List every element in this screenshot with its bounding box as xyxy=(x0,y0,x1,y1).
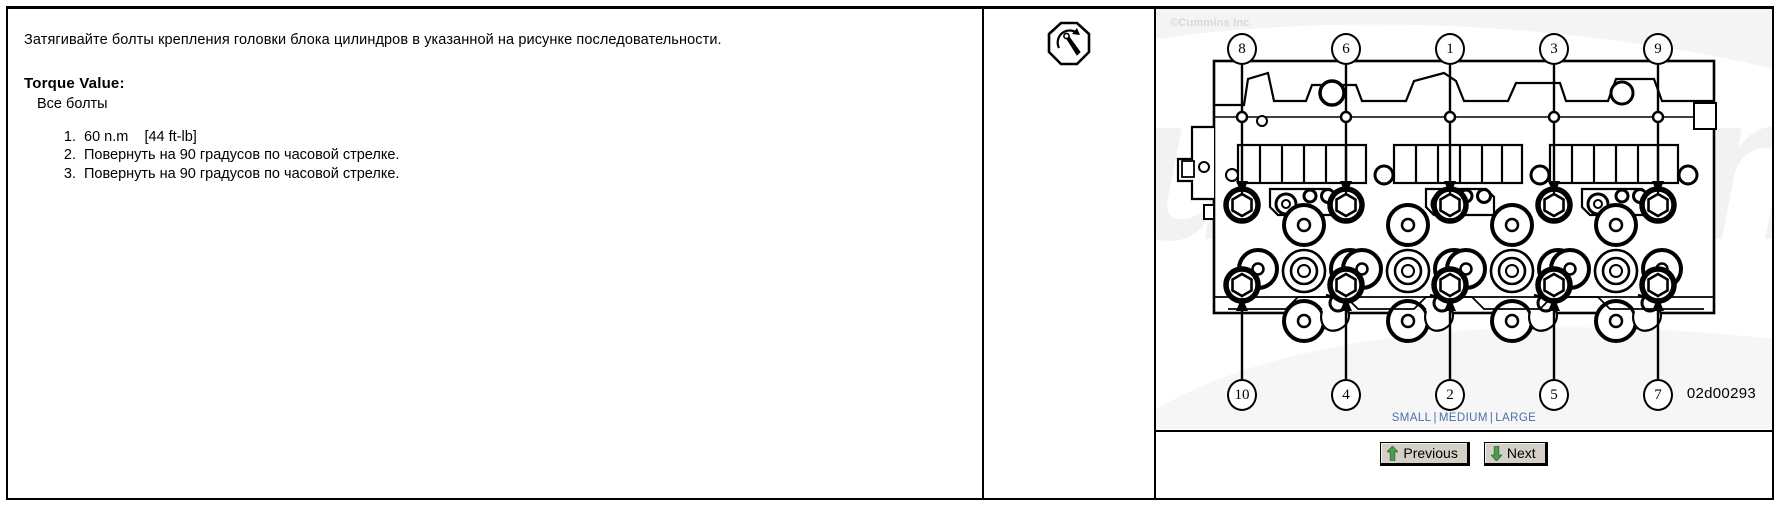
torque-step-2-text: Повернуть на 90 градусов по часовой стре… xyxy=(84,147,400,164)
callout-top-1: 8 xyxy=(1227,33,1257,65)
image-size-links: SMALL | MEDIUM | LARGE xyxy=(1156,412,1772,424)
callout-top-1-label: 8 xyxy=(1238,40,1246,57)
arrow-up-icon xyxy=(1387,446,1399,461)
torque-step-3: Повернуть на 90 градусов по часовой стре… xyxy=(80,165,982,184)
callout-bottom-5-label: 7 xyxy=(1654,386,1662,403)
navigation-buttons: Previous Next xyxy=(1156,442,1772,466)
graphic-cell: Cummins ©Cummins Inc xyxy=(1156,9,1774,500)
callout-top-4-label: 3 xyxy=(1550,40,1558,57)
document-table: Затягивайте болты крепления головки блок… xyxy=(6,6,1774,500)
callout-bottom-4-label: 5 xyxy=(1550,386,1558,403)
callout-bottom-3: 2 xyxy=(1435,379,1465,411)
callout-top-3: 1 xyxy=(1435,33,1465,65)
callout-bottom-2-label: 4 xyxy=(1342,386,1350,403)
callout-top-4: 3 xyxy=(1539,33,1569,65)
arrow-down-icon xyxy=(1490,446,1502,461)
callout-bottom-1-label: 10 xyxy=(1234,386,1250,403)
callout-top-5-label: 9 xyxy=(1654,40,1662,57)
torque-step-1: 60 n.m [44 ft-lb] xyxy=(80,128,982,147)
callout-bottom-5: 7 xyxy=(1643,379,1673,411)
symbol-cell xyxy=(984,9,1156,500)
torque-wrench-icon xyxy=(1047,21,1091,72)
torque-step-2: Повернуть на 90 градусов по часовой стре… xyxy=(80,146,982,165)
next-button[interactable]: Next xyxy=(1483,442,1548,466)
cylinder-head-diagram: Cummins ©Cummins Inc xyxy=(1156,9,1772,432)
callout-bottom-1: 10 xyxy=(1227,379,1257,411)
callout-top-5: 9 xyxy=(1643,33,1673,65)
previous-button-label: Previous xyxy=(1403,445,1458,461)
callout-bottom-3-label: 2 xyxy=(1446,386,1454,403)
callout-top-2-label: 6 xyxy=(1342,40,1350,57)
callout-top-2: 6 xyxy=(1331,33,1361,65)
torque-step-3-text: Повернуть на 90 градусов по часовой стре… xyxy=(84,165,400,182)
callout-bottom-4: 5 xyxy=(1539,379,1569,411)
size-link-large[interactable]: LARGE xyxy=(1495,412,1536,424)
instruction-cell: Затягивайте болты крепления головки блок… xyxy=(8,9,984,500)
instruction-text: Затягивайте болты крепления головки блок… xyxy=(24,32,722,48)
image-id-label: 02d00293 xyxy=(1686,385,1756,402)
torque-value-heading: Torque Value: xyxy=(24,74,125,92)
torque-steps-list: 60 n.m [44 ft-lb] Повернуть на 90 градус… xyxy=(24,128,982,184)
size-sep-1: | xyxy=(1433,412,1437,424)
callout-top-3-label: 1 xyxy=(1446,40,1454,57)
cylinder-head-drawing xyxy=(1176,57,1717,381)
torque-step-1-text: 60 n.m [44 ft-lb] xyxy=(84,128,197,145)
callout-bottom-2: 4 xyxy=(1331,379,1361,411)
size-link-medium[interactable]: MEDIUM xyxy=(1439,412,1488,424)
next-button-label: Next xyxy=(1506,445,1536,461)
size-link-small[interactable]: SMALL xyxy=(1392,412,1432,424)
torque-subject: Все болты xyxy=(37,95,108,112)
previous-button[interactable]: Previous xyxy=(1380,442,1470,466)
navigation-bar: Previous Next xyxy=(1156,432,1772,500)
